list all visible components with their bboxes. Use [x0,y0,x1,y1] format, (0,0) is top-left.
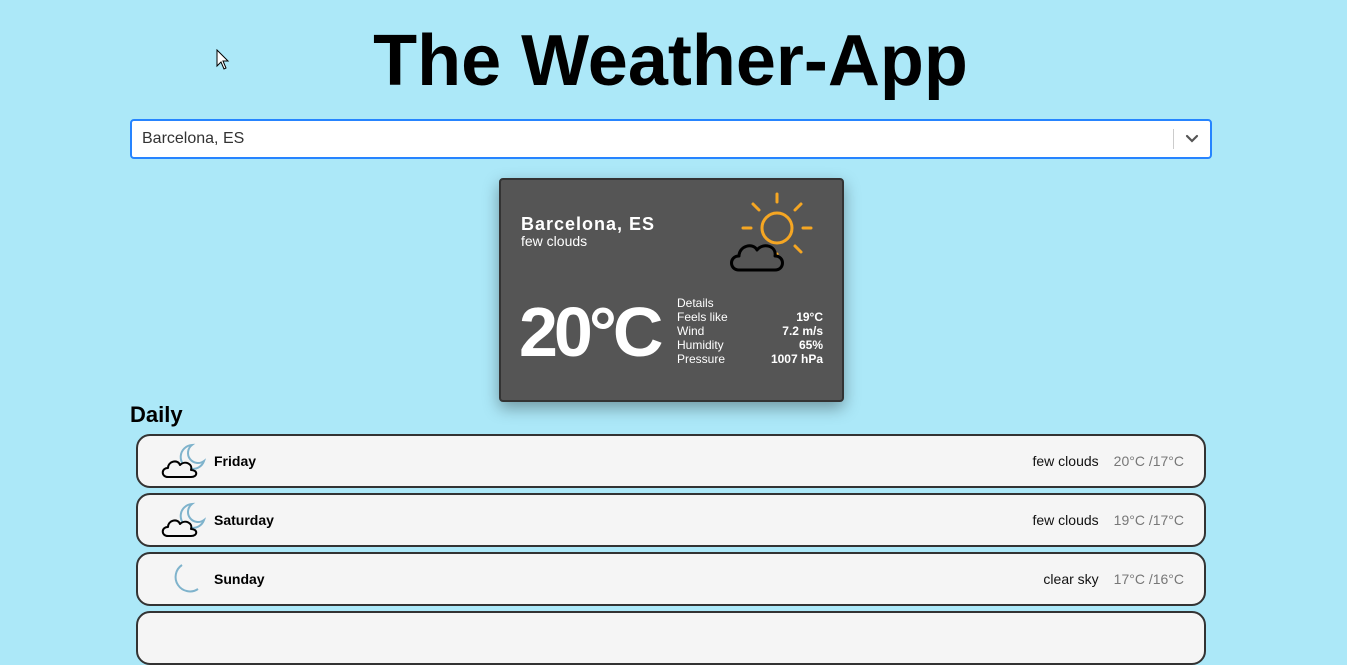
day-temp-range: 20°C /17°C [1113,453,1184,469]
detail-value: 7.2 m/s [782,324,823,338]
detail-row-feels-like: Feels like 19°C [677,310,823,324]
day-name: Saturday [214,512,274,528]
app-title: The Weather-App [373,21,968,101]
daily-row-sunday[interactable]: Sunday clear sky 17°C /16°C [136,552,1206,606]
current-city: Barcelona, ES [521,214,656,234]
city-search-value[interactable]: Barcelona, ES [132,130,1173,148]
detail-label: Pressure [677,352,726,366]
daily-section-title: Daily [130,402,183,427]
detail-row-wind: Wind 7.2 m/s [677,324,823,338]
chevron-down-icon[interactable] [1174,121,1210,157]
detail-value: 19°C [796,310,823,324]
day-condition: clear sky [1043,571,1099,587]
current-weather-card: Barcelona, ES few clouds 20°C Details Fe… [499,178,844,402]
current-temperature: 20°C [519,293,663,371]
detail-label: Wind [677,324,705,338]
sun-cloud-icon [730,192,813,272]
day-name: Friday [214,453,257,469]
day-condition: few clouds [1032,453,1099,469]
details-label: Details [677,296,714,310]
moon-cloud-icon [161,502,207,537]
day-condition: few clouds [1032,512,1099,528]
daily-row-saturday[interactable]: Saturday few clouds 19°C /17°C [136,493,1206,547]
day-name: Sunday [214,571,265,587]
detail-label: Feels like [677,310,728,324]
daily-row-next[interactable] [136,611,1206,665]
detail-value: 1007 hPa [770,352,823,366]
city-search-select[interactable]: Barcelona, ES [130,119,1212,159]
moon-cloud-icon [161,443,207,478]
day-temp-range: 19°C /17°C [1113,512,1184,528]
details-panel: Details Feels like 19°C Wind 7.2 m/s Hum… [677,296,823,366]
detail-value: 65% [798,338,823,352]
current-description: few clouds [521,233,588,249]
mouse-cursor-icon [216,49,230,70]
detail-row-humidity: Humidity 65% [677,338,823,352]
daily-row-friday[interactable]: Friday few clouds 20°C /17°C [136,434,1206,488]
day-temp-range: 17°C /16°C [1113,571,1184,587]
moon-icon [174,564,199,593]
detail-row-pressure: Pressure 1007 hPa [677,352,823,366]
detail-label: Humidity [677,338,724,352]
